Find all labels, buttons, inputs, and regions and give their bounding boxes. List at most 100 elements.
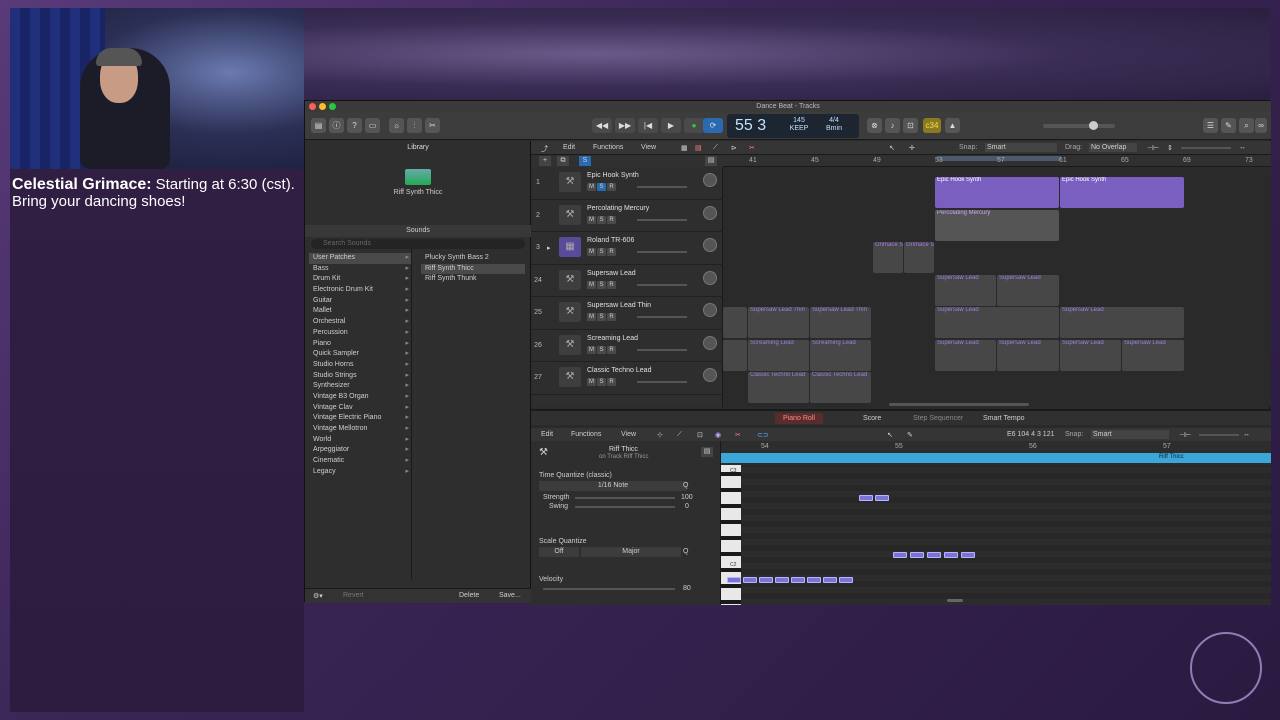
quick-help-icon[interactable]: ? xyxy=(347,118,362,133)
mute-button[interactable]: M xyxy=(587,345,596,354)
maximize-icon[interactable] xyxy=(329,103,336,110)
track-header[interactable]: 3 ▸ ▦ Roland TR-606 MSR xyxy=(531,232,723,265)
track-name[interactable]: Roland TR-606 xyxy=(587,237,634,244)
master-volume-slider[interactable] xyxy=(1043,124,1115,128)
midi-note[interactable] xyxy=(775,577,789,583)
solo-button[interactable]: S xyxy=(597,248,606,256)
record-arm-button[interactable]: R xyxy=(607,280,616,289)
play-icon[interactable]: ▶ xyxy=(661,118,681,133)
midi-note[interactable] xyxy=(759,577,773,583)
record-icon[interactable]: ● xyxy=(684,118,704,133)
pencil-tool-icon[interactable]: ✎ xyxy=(907,431,913,439)
catch-icon[interactable]: ▤ xyxy=(695,144,702,152)
track-name[interactable]: Percolating Mercury xyxy=(587,205,649,212)
scale-root-select[interactable]: Off xyxy=(539,547,579,557)
snap-select[interactable]: Smart xyxy=(1091,430,1169,439)
mute-button[interactable]: M xyxy=(587,248,596,256)
volume-slider[interactable] xyxy=(637,348,687,351)
solo-button[interactable]: S xyxy=(597,345,606,354)
list-editors-icon[interactable]: ☰ xyxy=(1203,118,1218,133)
category-item[interactable]: Guitar ▸ xyxy=(309,296,411,307)
snap-select[interactable]: Smart xyxy=(985,143,1057,152)
track-header[interactable]: 24 ⚒ Supersaw Lead MSR xyxy=(531,265,723,297)
functions-menu[interactable]: Functions xyxy=(571,431,601,438)
catch-icon[interactable]: ✂ xyxy=(735,431,741,439)
category-item[interactable]: Orchestral ▸ xyxy=(309,317,411,328)
strength-slider[interactable] xyxy=(575,497,675,499)
tab-step-sequencer[interactable]: Step Sequencer xyxy=(905,413,971,424)
volume-knob[interactable] xyxy=(1089,121,1098,130)
save-button[interactable]: Save... xyxy=(499,592,521,599)
mute-button[interactable]: M xyxy=(587,378,596,386)
automation-icon[interactable]: ⟋ xyxy=(677,431,682,439)
category-item[interactable]: Quick Sampler ▸ xyxy=(309,349,411,360)
patch-item[interactable]: Plucky Synth Bass 2 xyxy=(421,253,525,264)
velocity-slider[interactable] xyxy=(543,588,675,590)
solo-button[interactable]: S xyxy=(597,378,606,386)
category-item[interactable]: Legacy ▸ xyxy=(309,467,411,478)
region[interactable]: Grimace S xyxy=(873,242,903,273)
track-name[interactable]: Screaming Lead xyxy=(587,335,638,342)
inspector-icon[interactable]: ⓘ xyxy=(329,118,344,133)
volume-slider[interactable] xyxy=(637,251,687,253)
midi-note[interactable] xyxy=(791,577,805,583)
vertical-zoom-icon[interactable]: ⇕ xyxy=(1167,144,1173,152)
category-item[interactable]: Piano ▸ xyxy=(309,339,411,350)
link-icon[interactable]: ⊂⊃ xyxy=(757,431,769,439)
loop-browser-icon[interactable]: ∞ xyxy=(1255,118,1267,133)
zoom-slider[interactable] xyxy=(1181,147,1231,149)
chord-display[interactable]: c34 xyxy=(923,118,941,133)
minimize-icon[interactable] xyxy=(319,103,326,110)
track-name[interactable]: Epic Hook Synth xyxy=(587,172,639,179)
record-arm-button[interactable]: R xyxy=(607,345,616,354)
category-item[interactable]: Electronic Drum Kit ▸ xyxy=(309,285,411,296)
library-icon[interactable]: ▤ xyxy=(311,118,326,133)
pan-knob[interactable] xyxy=(703,303,717,317)
category-item[interactable]: Mallet ▸ xyxy=(309,306,411,317)
tab-smart-tempo[interactable]: Smart Tempo xyxy=(975,413,1033,424)
tuner-icon[interactable]: ♪ xyxy=(885,118,900,133)
mute-button[interactable]: M xyxy=(587,280,596,289)
delete-button[interactable]: Delete xyxy=(459,592,479,599)
scale-quantize-button[interactable]: Q xyxy=(683,548,688,555)
back-icon[interactable]: ⤴ xyxy=(541,144,548,154)
region-menu-icon[interactable]: ▤ xyxy=(701,447,713,457)
arrange-area[interactable]: Epic Hook Synth Epic Hook Synth Percolat… xyxy=(723,167,1271,407)
category-item[interactable]: Vintage Mellotron ▸ xyxy=(309,424,411,435)
region[interactable]: Supersaw Lead xyxy=(935,307,1059,338)
midi-note[interactable] xyxy=(727,577,741,583)
drag-select[interactable]: No Overlap xyxy=(1089,143,1137,152)
category-item[interactable]: Synthesizer ▸ xyxy=(309,381,411,392)
record-arm-button[interactable]: R xyxy=(607,215,616,224)
pan-knob[interactable] xyxy=(703,368,717,382)
cycle-icon[interactable]: ⟳ xyxy=(703,118,723,133)
waveform-zoom-icon[interactable]: ⊣⊢ xyxy=(1179,431,1191,439)
piano-keyboard[interactable] xyxy=(721,465,741,605)
view-menu[interactable]: View xyxy=(641,144,656,151)
fast-forward-icon[interactable]: ▶▶ xyxy=(615,118,635,133)
category-item[interactable]: Vintage B3 Organ ▸ xyxy=(309,392,411,403)
rewind-icon[interactable]: ◀◀ xyxy=(592,118,612,133)
edit-menu[interactable]: Edit xyxy=(541,431,553,438)
notepad-icon[interactable]: ✎ xyxy=(1221,118,1236,133)
record-arm-button[interactable]: R xyxy=(607,248,616,256)
category-item[interactable]: User Patches ▸ xyxy=(309,253,411,264)
mute-button[interactable]: M xyxy=(587,183,596,191)
track-header[interactable]: 26 ⚒ Screaming Lead MSR xyxy=(531,330,723,362)
pan-knob[interactable] xyxy=(703,270,717,285)
patch-item[interactable]: Riff Synth Thicc xyxy=(421,263,525,275)
region[interactable]: Classic Techno Lead xyxy=(810,372,871,403)
piano-roll-grid[interactable]: C3 C2 xyxy=(721,465,1271,605)
view-menu[interactable]: View xyxy=(621,431,636,438)
tab-piano-roll[interactable]: Piano Roll xyxy=(775,413,823,424)
category-item[interactable]: Studio Strings ▸ xyxy=(309,371,411,382)
region[interactable]: Grimace S xyxy=(904,242,934,273)
category-item[interactable]: Vintage Clav ▸ xyxy=(309,403,411,414)
waveform-zoom-icon[interactable]: ⊣⊢ xyxy=(1147,144,1159,152)
record-arm-button[interactable]: R xyxy=(607,313,616,321)
mute-button[interactable]: M xyxy=(587,215,596,224)
region[interactable]: Screaming Lead xyxy=(748,340,809,371)
editors-icon[interactable]: ✂ xyxy=(425,118,440,133)
midi-note[interactable] xyxy=(944,552,958,558)
track-header[interactable]: 2 ⚒ Percolating Mercury MSR xyxy=(531,200,723,232)
